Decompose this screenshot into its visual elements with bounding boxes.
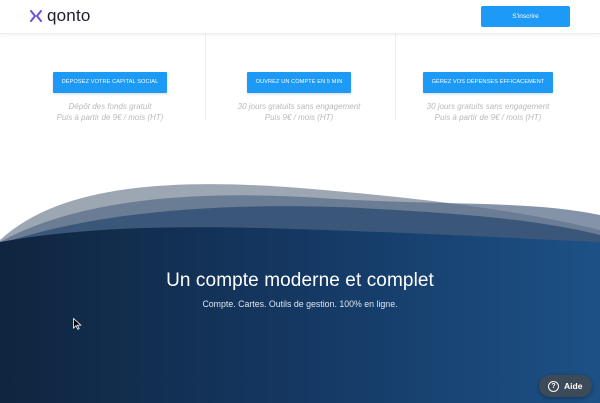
open-account-button[interactable]: Ouvrez un compte en 5 min xyxy=(246,72,352,93)
mouse-cursor-icon xyxy=(73,318,82,330)
qonto-logo[interactable]: qonto xyxy=(30,6,91,25)
hero-title: Un compte moderne et complet xyxy=(166,270,434,291)
top-header: qonto S'inscrire xyxy=(0,0,600,34)
feature-caption-line: Puis à partir de 9€ / mois (HT) xyxy=(434,113,542,122)
feature-caption-line: 30 jours gratuits sans engagement xyxy=(237,102,361,111)
feature-expenses: Gérez vos dépenses efficacement 30 jours… xyxy=(393,70,583,123)
feature-caption-line: Puis à partir de 9€ / mois (HT) xyxy=(56,113,164,122)
signup-button[interactable]: S'inscrire xyxy=(481,6,570,27)
help-label: Aide xyxy=(564,381,583,391)
capital-deposit-button[interactable]: Déposez votre capital social xyxy=(52,72,168,93)
feature-account: Ouvrez un compte en 5 min 30 jours gratu… xyxy=(204,70,394,123)
qonto-logo-mark-icon xyxy=(30,10,42,22)
hero-subtitle: Compte. Cartes. Outils de gestion. 100% … xyxy=(202,299,398,309)
feature-caption-line: 30 jours gratuits sans engagement xyxy=(426,102,550,111)
manage-expenses-button[interactable]: Gérez vos dépenses efficacement xyxy=(422,72,554,93)
feature-capital: Déposez votre capital social Dépôt des f… xyxy=(15,70,205,123)
help-button[interactable]: ? Aide xyxy=(539,375,592,397)
feature-caption-line: Dépôt des fonds gratuit xyxy=(68,102,152,111)
feature-caption-line: Puis 9€ / mois (HT) xyxy=(264,113,334,122)
brand-name: qonto xyxy=(47,6,91,25)
question-icon: ? xyxy=(548,380,559,392)
